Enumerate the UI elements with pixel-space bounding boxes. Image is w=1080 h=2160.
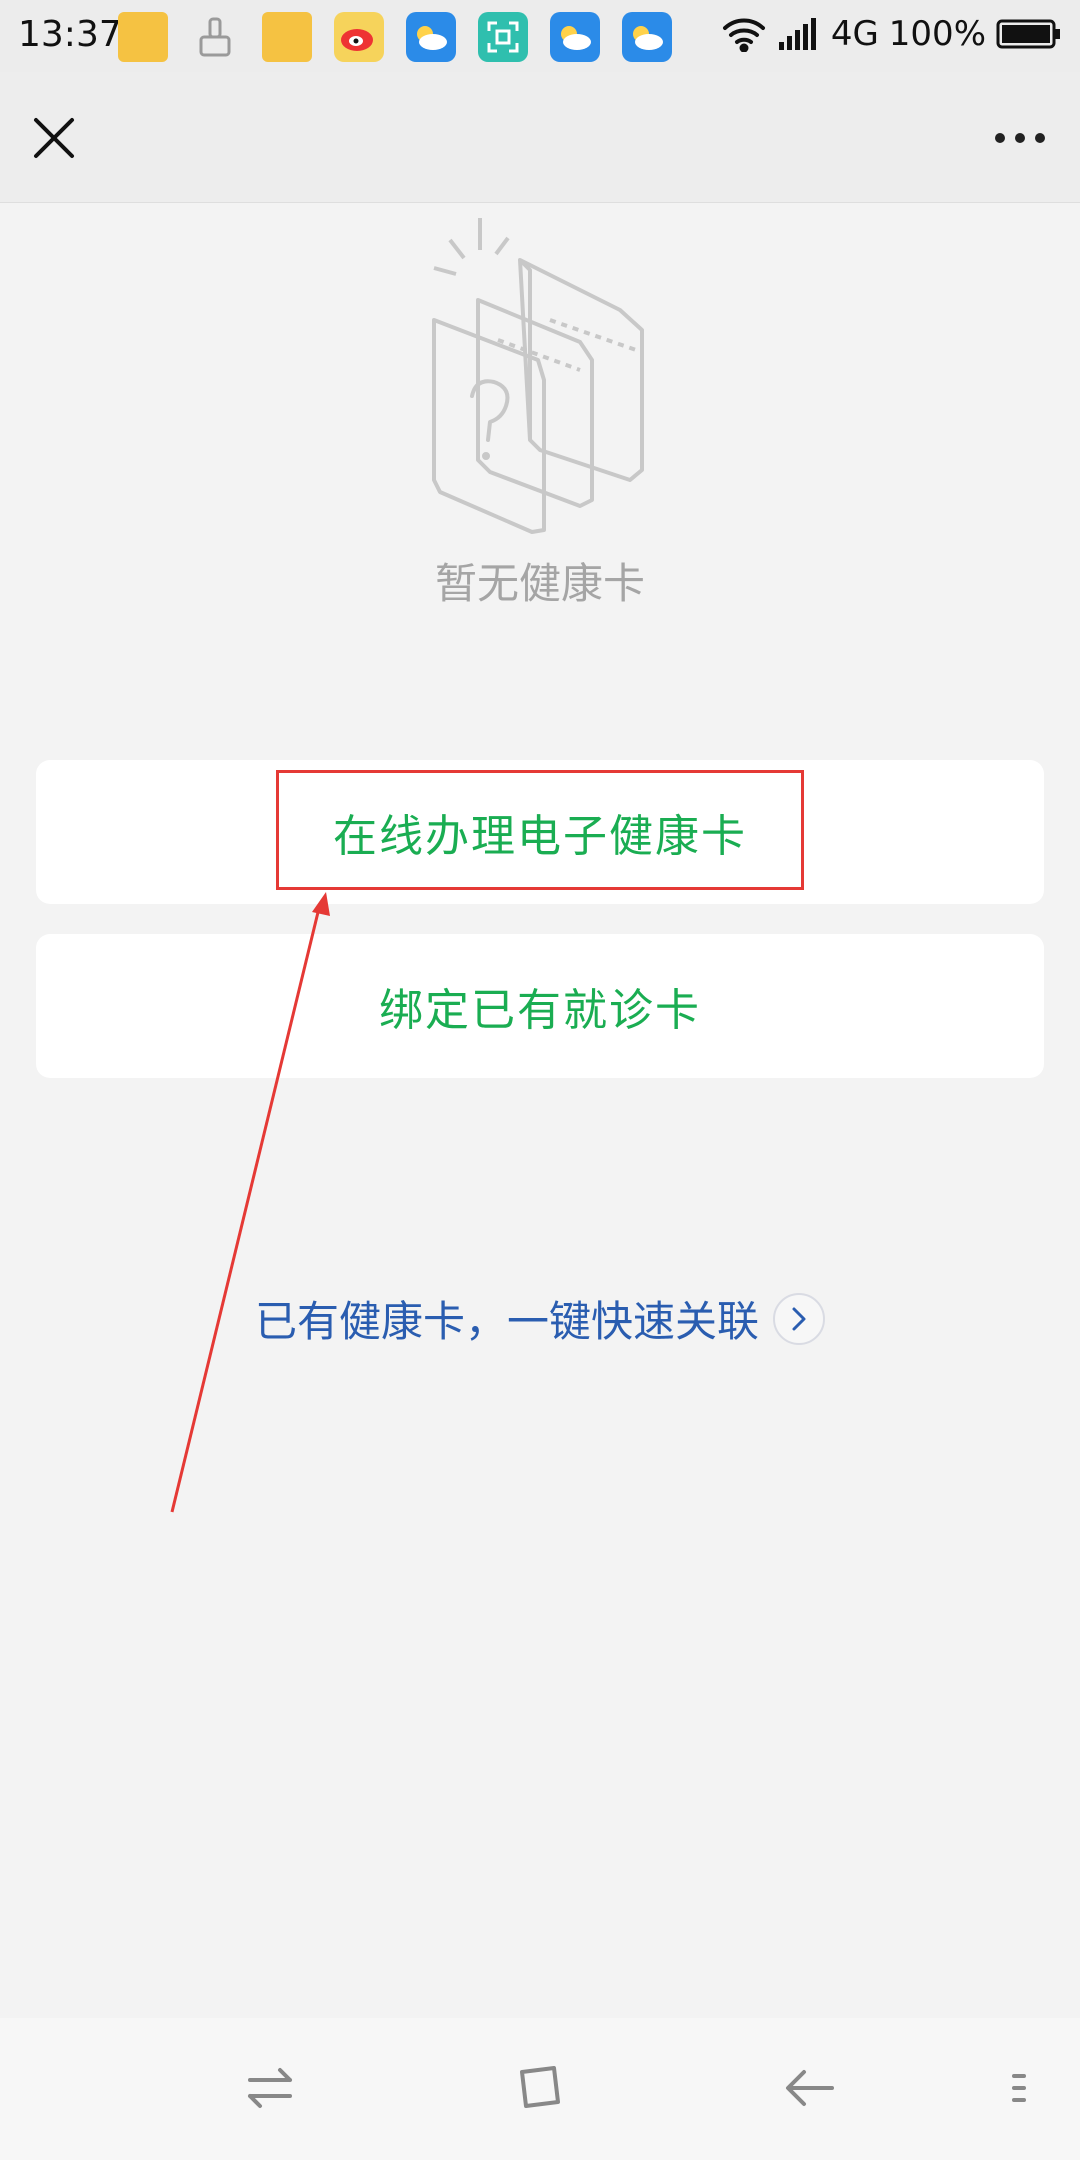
quick-link-health-card[interactable]: 已有健康卡，一键快速关联 bbox=[0, 1288, 1080, 1349]
system-nav-bar bbox=[0, 2018, 1080, 2160]
close-icon[interactable] bbox=[26, 110, 82, 166]
network-type: 4G bbox=[830, 14, 879, 54]
menu-icon[interactable] bbox=[1000, 2058, 1040, 2118]
bind-medical-card-button[interactable]: 绑定已有就诊卡 bbox=[36, 934, 1044, 1078]
battery-percent: 100% bbox=[888, 14, 986, 54]
title-bar bbox=[0, 72, 1080, 203]
quick-link-label: 已有健康卡，一键快速关联 bbox=[254, 1297, 759, 1346]
folder-icon bbox=[262, 12, 312, 62]
signal-icon bbox=[778, 18, 816, 50]
scan-icon bbox=[478, 12, 528, 62]
weather-icon bbox=[550, 12, 600, 62]
back-icon[interactable] bbox=[780, 2058, 840, 2118]
empty-cards-icon bbox=[420, 210, 660, 540]
weather-icon bbox=[406, 12, 456, 62]
paintbrush-icon bbox=[190, 12, 240, 62]
weather-icon bbox=[622, 12, 672, 62]
more-icon[interactable] bbox=[990, 110, 1050, 166]
switch-icon[interactable] bbox=[240, 2058, 300, 2118]
status-time: 13:37 bbox=[18, 14, 122, 55]
annotation-highlight-box bbox=[276, 770, 804, 890]
weibo-icon bbox=[334, 12, 384, 62]
home-icon[interactable] bbox=[510, 2058, 570, 2118]
battery-icon bbox=[996, 19, 1060, 49]
wifi-icon bbox=[722, 18, 765, 52]
folder-icon bbox=[118, 12, 168, 62]
empty-state-message: 暂无健康卡 bbox=[434, 559, 645, 608]
status-bar: 13:37 4G 100% bbox=[0, 0, 1080, 72]
bind-medical-card-label: 绑定已有就诊卡 bbox=[379, 985, 701, 1036]
chevron-right-icon bbox=[773, 1292, 825, 1345]
